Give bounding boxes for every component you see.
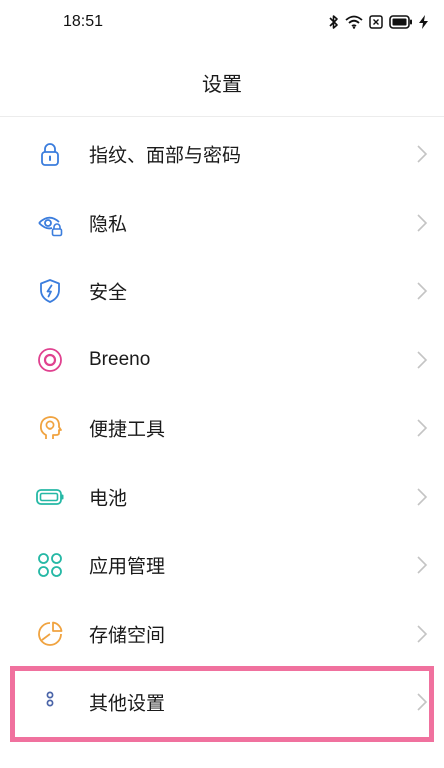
breeno-icon [36,346,64,374]
status-time: 18:51 [63,13,104,30]
settings-item-label: 电池 [89,488,128,510]
settings-item-privacy[interactable]: 隐私 [0,189,444,258]
chevron-right-icon [416,555,428,575]
chevron-right-icon [416,281,428,301]
head-bulb-icon [36,414,64,442]
shield-icon [36,277,64,305]
settings-item-label: Breeno [89,348,151,370]
settings-item-label: 便捷工具 [89,419,166,441]
bluetooth-icon [329,14,339,30]
settings-list: 指纹、面部与密码 隐私 安全 Breeno 便捷工具 电池 应用管理 存储空间 … [0,120,444,737]
chevron-right-icon [416,350,428,370]
settings-item-label: 存储空间 [89,625,166,647]
chevron-right-icon [416,487,428,507]
wifi-icon [345,15,363,29]
settings-item-fingerprint-face-password[interactable]: 指纹、面部与密码 [0,120,444,189]
settings-item-label: 应用管理 [89,556,166,578]
sim-icon [369,15,383,29]
status-icons [329,14,428,30]
charging-icon [419,15,428,29]
settings-item-label: 隐私 [89,214,128,236]
settings-item-label: 指纹、面部与密码 [89,145,242,167]
battery-icon [389,15,413,29]
chevron-right-icon [416,624,428,644]
chevron-right-icon [416,144,428,164]
settings-item-label: 其他设置 [89,693,166,715]
settings-item-label: 安全 [89,282,128,304]
more-dots-icon [36,688,64,716]
settings-item-app-management[interactable]: 应用管理 [0,531,444,600]
lock-icon [36,140,64,168]
chevron-right-icon [416,213,428,233]
status-bar: 18:51 [0,0,444,46]
header: 设置 [0,46,444,117]
storage-pie-icon [36,620,64,648]
privacy-eye-icon [36,209,64,237]
chevron-right-icon [416,418,428,438]
settings-item-storage[interactable]: 存储空间 [0,600,444,669]
settings-item-other-settings[interactable]: 其他设置 [0,668,444,737]
settings-item-security[interactable]: 安全 [0,257,444,326]
settings-item-shortcut-tools[interactable]: 便捷工具 [0,394,444,463]
settings-item-battery[interactable]: 电池 [0,463,444,532]
apps-icon [36,551,64,579]
settings-item-breeno[interactable]: Breeno [0,326,444,395]
chevron-right-icon [416,692,428,712]
battery-icon [36,483,64,511]
page-title: 设置 [202,74,242,96]
